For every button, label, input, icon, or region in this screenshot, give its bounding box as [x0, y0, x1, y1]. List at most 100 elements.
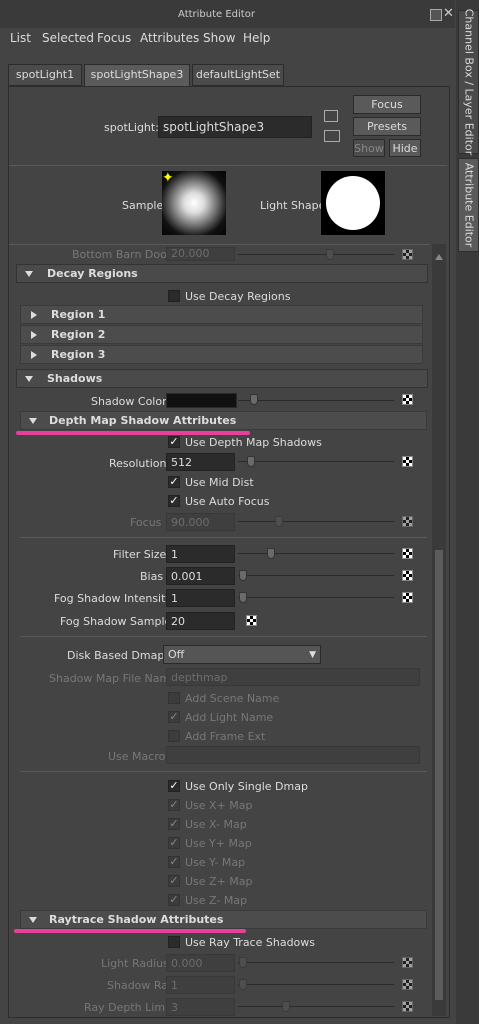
tab-spotlight1[interactable]: spotLight1 [8, 64, 82, 86]
scroll-up-icon[interactable] [435, 254, 443, 260]
menu-show[interactable]: Show [203, 31, 235, 45]
use-only-single-dmap-label: Use Only Single Dmap [185, 780, 308, 793]
tab-spotlightshape3[interactable]: spotLightShape3 [84, 64, 190, 88]
menu-selected[interactable]: Selected [42, 31, 94, 45]
menu-attributes[interactable]: Attributes [140, 31, 199, 45]
use-only-single-dmap-checkbox[interactable]: ✓ [168, 780, 180, 792]
node-name-field[interactable]: spotLightShape3 [158, 116, 312, 138]
light-radius-slider[interactable] [238, 962, 394, 963]
light-radius-thumb[interactable] [239, 957, 247, 968]
filter-size-map-icon[interactable] [402, 548, 413, 559]
bottom-barn-door-map-icon[interactable] [402, 249, 413, 260]
use-auto-focus-checkbox[interactable]: ✓ [168, 495, 180, 507]
use-zminus-map-checkbox[interactable]: ✓ [168, 894, 180, 906]
shadow-color-map-icon[interactable] [402, 394, 413, 405]
shadow-color-thumb[interactable] [250, 394, 258, 405]
bias-map-icon[interactable] [402, 570, 413, 581]
bias-thumb[interactable] [239, 570, 247, 581]
tab-attribute-editor[interactable]: Attribute Editor [458, 158, 479, 252]
output-connections-icon[interactable] [324, 130, 340, 142]
ray-depth-map-icon[interactable] [402, 1001, 413, 1012]
use-raytrace-checkbox[interactable] [168, 936, 180, 948]
tab-channel-box[interactable]: Channel Box / Layer Editor [458, 9, 479, 155]
shadow-rays-field[interactable]: 1 [166, 976, 235, 994]
fog-intensity-field[interactable]: 1 [166, 589, 235, 607]
fog-intensity-slider[interactable] [238, 597, 394, 598]
light-radius-map-icon[interactable] [402, 957, 413, 968]
depth-map-header[interactable]: Depth Map Shadow Attributes [20, 411, 427, 430]
use-xplus-map-checkbox[interactable]: ✓ [168, 799, 180, 811]
resolution-slider[interactable] [238, 461, 394, 462]
decay-regions-header[interactable]: Decay Regions [16, 264, 428, 283]
float-icon[interactable] [430, 9, 442, 21]
resolution-map-icon[interactable] [402, 456, 413, 467]
resolution-field[interactable]: 512 [166, 453, 235, 471]
bias-slider[interactable] [238, 575, 394, 576]
filter-size-slider[interactable] [238, 553, 394, 554]
ray-depth-slider[interactable] [238, 1006, 394, 1007]
presets-button[interactable]: Presets [353, 117, 421, 136]
bottom-barn-door-field[interactable]: 20.000 [166, 247, 235, 261]
use-xminus-map-checkbox[interactable]: ✓ [168, 818, 180, 830]
expand-icon [31, 351, 37, 359]
use-decay-regions-checkbox[interactable] [168, 290, 180, 302]
resolution-thumb[interactable] [247, 456, 255, 467]
shadow-rays-slider[interactable] [238, 984, 394, 985]
use-zplus-map-checkbox[interactable]: ✓ [168, 875, 180, 887]
fog-intensity-thumb[interactable] [239, 592, 247, 603]
hide-button[interactable]: Hide [389, 139, 421, 157]
menu-focus[interactable]: Focus [97, 31, 131, 45]
node-type-label: spotLight: [104, 121, 159, 134]
shadows-header[interactable]: Shadows [16, 369, 428, 388]
use-depth-map-checkbox[interactable]: ✓ [168, 436, 180, 448]
shadow-rays-map-icon[interactable] [402, 979, 413, 990]
ray-depth-field[interactable]: 3 [166, 998, 235, 1016]
close-icon[interactable]: ✕ [443, 6, 454, 21]
shadow-map-file-field[interactable]: depthmap [166, 668, 420, 686]
bias-field[interactable]: 0.001 [166, 567, 235, 585]
ray-depth-thumb[interactable] [282, 1001, 290, 1012]
use-macro-field[interactable] [166, 746, 420, 764]
light-shape-swatch[interactable] [321, 171, 385, 235]
input-connections-icon[interactable] [324, 110, 338, 122]
bottom-barn-door-label: Bottom Barn Door [72, 248, 172, 261]
add-scene-name-checkbox[interactable] [168, 692, 180, 704]
bottom-barn-door-thumb[interactable] [326, 249, 334, 260]
filter-size-thumb[interactable] [267, 548, 275, 559]
region-3-header[interactable]: Region 3 [20, 345, 423, 364]
fog-samples-map-icon[interactable] [246, 615, 257, 626]
tab-attribute-editor-label: Attribute Editor [462, 162, 475, 248]
show-button[interactable]: Show [353, 139, 385, 157]
scrollbar[interactable] [432, 244, 446, 1016]
focus-button[interactable]: Focus [353, 95, 421, 114]
focus-field[interactable]: 90.000 [166, 513, 235, 531]
add-light-name-checkbox[interactable]: ✓ [168, 711, 180, 723]
light-radius-field[interactable]: 0.000 [166, 954, 235, 972]
menu-help[interactable]: Help [243, 31, 270, 45]
menu-list[interactable]: List [10, 31, 31, 45]
shadow-color-swatch[interactable] [166, 393, 237, 408]
focus-thumb[interactable] [275, 516, 283, 527]
use-yminus-map-checkbox[interactable]: ✓ [168, 856, 180, 868]
region-2-header[interactable]: Region 2 [20, 325, 423, 344]
focus-slider[interactable] [238, 521, 394, 522]
focus-map-icon[interactable] [402, 516, 413, 527]
shadow-rays-thumb[interactable] [239, 979, 247, 990]
filter-size-field[interactable]: 1 [166, 545, 235, 563]
tab-defaultlightset[interactable]: defaultLightSet [192, 64, 284, 86]
fog-intensity-map-icon[interactable] [402, 592, 413, 603]
fog-samples-field[interactable]: 20 [166, 612, 235, 630]
scrollbar-thumb[interactable] [435, 550, 443, 1000]
sample-label: Sample [122, 199, 164, 212]
disk-dmaps-select[interactable]: Off ▼ [163, 645, 321, 664]
region-1-header[interactable]: Region 1 [20, 305, 423, 324]
use-mid-dist-checkbox[interactable]: ✓ [168, 476, 180, 488]
use-decay-regions-label: Use Decay Regions [185, 290, 291, 303]
use-xplus-map-label: Use X+ Map [185, 799, 253, 812]
use-yplus-map-checkbox[interactable]: ✓ [168, 837, 180, 849]
raytrace-header[interactable]: Raytrace Shadow Attributes [20, 910, 427, 929]
bottom-barn-door-slider[interactable] [238, 254, 394, 255]
add-frame-ext-checkbox[interactable] [168, 730, 180, 742]
shadow-color-slider[interactable] [238, 400, 394, 401]
disk-dmaps-label: Disk Based Dmaps [67, 649, 171, 662]
